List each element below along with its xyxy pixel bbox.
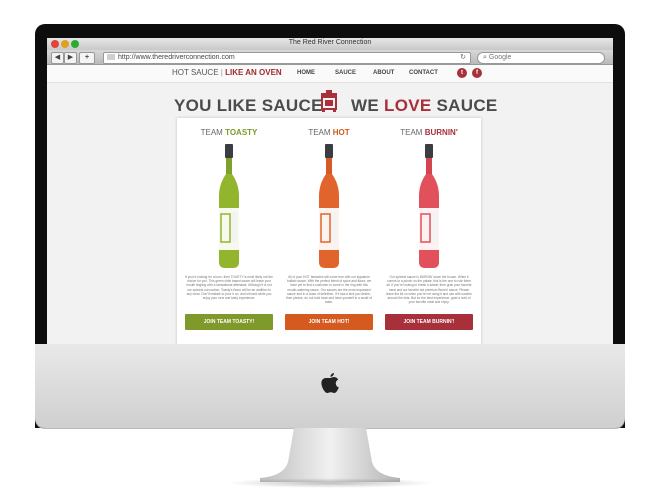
bottle-hot [319, 144, 339, 268]
team-prefix: TEAM [200, 128, 223, 137]
team-title-burnin: TEAM BURNIN' [379, 128, 479, 137]
nav-home[interactable]: HOME [297, 70, 315, 76]
monitor-stand [260, 428, 400, 482]
brand-prefix: HOT SAUCE [172, 68, 219, 77]
browser-toolbar: ◀ ▶ + http://www.theredriverconnection.c… [47, 50, 613, 65]
headline-left: YOU LIKE SAUCE [174, 96, 323, 115]
site-brand[interactable]: HOT SAUCE | LIKE AN OVEN [172, 68, 282, 77]
nav-about[interactable]: ABOUT [373, 70, 394, 76]
search-placeholder: Google [488, 54, 512, 61]
team-description: Our spiciest sauce is BURNIN' down the h… [386, 275, 472, 305]
bottle-toasty [219, 144, 239, 268]
apple-logo-icon [321, 373, 339, 393]
oven-logo-icon [321, 90, 337, 112]
team-title-hot: TEAM HOT [279, 128, 379, 137]
team-description: If you're looking for a burn, then TOAST… [185, 275, 273, 301]
window-title: The Red River Connection [288, 39, 372, 46]
join-team-toasty-button[interactable]: JOIN TEAM TOASTY! [185, 314, 273, 330]
nav-contact[interactable]: CONTACT [409, 70, 438, 76]
team-name: HOT [332, 128, 350, 137]
join-team-hot-button[interactable]: JOIN TEAM HOT! [285, 314, 373, 330]
brand-divider: | [220, 68, 223, 77]
site-favicon-icon [107, 54, 115, 61]
team-prefix: TEAM [400, 128, 423, 137]
team-name: BURNIN' [424, 128, 458, 137]
headline-love: LOVE [384, 96, 432, 115]
back-button[interactable]: ◀ [51, 52, 64, 64]
headline-we: WE [351, 96, 379, 115]
brand-strong: LIKE AN OVEN [225, 68, 282, 77]
url-text: http://www.theredriverconnection.com [118, 54, 235, 61]
team-name: TOASTY [225, 128, 258, 137]
headline-sauce: SAUCE [436, 96, 498, 115]
team-prefix: TEAM [308, 128, 331, 137]
headline-right: WE LOVE SAUCE [351, 96, 498, 116]
bottle-burnin [419, 144, 439, 268]
join-team-burnin-button[interactable]: JOIN TEAM BURNIN'! [385, 314, 473, 330]
team-title-toasty: TEAM TOASTY [179, 128, 279, 137]
address-bar[interactable]: http://www.theredriverconnection.com ↻ [103, 52, 471, 64]
forward-button[interactable]: ▶ [64, 52, 77, 64]
reload-icon[interactable]: ↻ [460, 53, 466, 63]
team-description: All of your HOT fantasies will come true… [286, 275, 372, 305]
add-bookmark-button[interactable]: + [79, 52, 95, 64]
stand-shadow [225, 478, 435, 488]
site-navbar: HOT SAUCE | LIKE AN OVEN HOME SAUCE ABOU… [47, 65, 613, 83]
search-field[interactable]: ⌕ Google [477, 52, 605, 64]
browser-titlebar: The Red River Connection [47, 38, 613, 50]
teams-card: TEAM TOASTY If you're looking for a burn… [177, 118, 481, 344]
nav-sauce[interactable]: SAUCE [335, 70, 356, 76]
web-page: HOT SAUCE | LIKE AN OVEN HOME SAUCE ABOU… [47, 65, 613, 344]
twitter-icon[interactable]: t [457, 68, 467, 78]
screen: The Red River Connection ◀ ▶ + http://ww… [47, 38, 613, 344]
facebook-icon[interactable]: f [472, 68, 482, 78]
search-icon: ⌕ [483, 54, 487, 61]
